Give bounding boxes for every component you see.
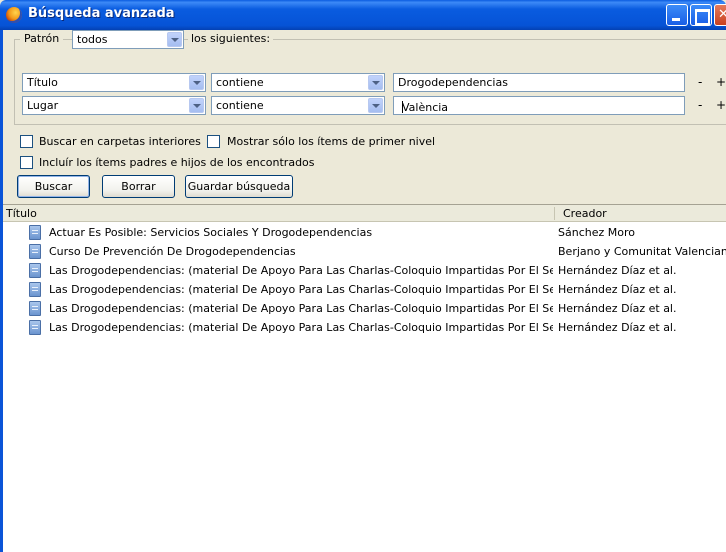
result-row[interactable]: Actuar Es Posible: Servicios Sociales Y … xyxy=(3,224,726,242)
save-search-button[interactable]: Guardar búsqueda xyxy=(185,175,293,198)
pattern-mode-select[interactable]: todos xyxy=(72,30,184,49)
condition-field-select[interactable]: Lugar xyxy=(22,96,206,115)
result-title: Las Drogodependencias: (material De Apoy… xyxy=(49,283,553,296)
book-icon xyxy=(29,263,41,278)
column-header-creator[interactable]: Creador xyxy=(563,207,607,220)
include-parents-children-label: Incluír los ítems padres e hijos de los … xyxy=(39,156,315,169)
pattern-suffix-label: los siguientes: xyxy=(188,32,274,45)
result-creator: Sánchez Moro xyxy=(558,226,635,239)
result-row[interactable]: Las Drogodependencias: (material De Apoy… xyxy=(3,300,726,318)
result-creator: Hernández Díaz et al. xyxy=(558,264,677,277)
result-title: Curso De Prevención De Drogodependencias xyxy=(49,245,296,258)
result-title: Las Drogodependencias: (material De Apoy… xyxy=(49,264,553,277)
condition-value-input[interactable]: Drogodependencias xyxy=(393,73,685,92)
result-title: Actuar Es Posible: Servicios Sociales Y … xyxy=(49,226,373,239)
chevron-down-icon[interactable] xyxy=(189,98,204,113)
result-creator: Berjano y Comunitat Valenciana xyxy=(558,245,726,258)
remove-condition-button[interactable]: - xyxy=(698,75,702,89)
result-title: Las Drogodependencias: (material De Apoy… xyxy=(49,302,553,315)
pattern-mode-value: todos xyxy=(77,33,108,46)
chevron-down-icon[interactable] xyxy=(189,75,204,90)
book-icon xyxy=(29,320,41,335)
add-condition-button[interactable]: + xyxy=(716,75,726,89)
close-button[interactable] xyxy=(714,4,726,26)
result-title: Las Drogodependencias: (material De Apoy… xyxy=(49,321,553,334)
remove-condition-button[interactable]: - xyxy=(698,98,702,112)
result-row[interactable]: Las Drogodependencias: (material De Apoy… xyxy=(3,319,726,337)
firefox-icon xyxy=(6,7,22,23)
condition-field-value: Título xyxy=(27,76,58,89)
condition-operator-select[interactable]: contiene xyxy=(211,73,385,92)
result-creator: Hernández Díaz et al. xyxy=(558,283,677,296)
pattern-label: Patrón xyxy=(20,32,64,45)
results-header: Título Creador xyxy=(3,205,726,222)
book-icon xyxy=(29,301,41,316)
window-title: Búsqueda avanzada xyxy=(28,6,175,21)
result-creator: Hernández Díaz et al. xyxy=(558,321,677,334)
column-header-title[interactable]: Título xyxy=(6,207,37,220)
book-icon xyxy=(29,244,41,259)
subfolders-label: Buscar en carpetas interiores xyxy=(39,135,201,148)
add-condition-button[interactable]: + xyxy=(716,98,726,112)
condition-operator-value: contiene xyxy=(216,76,264,89)
result-row[interactable]: Las Drogodependencias: (material De Apoy… xyxy=(3,262,726,280)
minimize-button[interactable] xyxy=(666,4,688,26)
title-bar[interactable]: Búsqueda avanzada xyxy=(0,0,726,30)
search-button[interactable]: Buscar xyxy=(17,175,90,198)
condition-operator-value: contiene xyxy=(216,99,264,112)
result-row[interactable]: Curso De Prevención De Drogodependencias… xyxy=(3,243,726,261)
column-divider[interactable] xyxy=(554,207,555,220)
clear-button[interactable]: Borrar xyxy=(102,175,175,198)
top-level-only-checkbox[interactable] xyxy=(207,135,220,148)
book-icon xyxy=(29,225,41,240)
condition-operator-select[interactable]: contiene xyxy=(211,96,385,115)
chevron-down-icon[interactable] xyxy=(368,98,383,113)
results-list[interactable]: Título Creador Actuar Es Posible: Servic… xyxy=(3,204,726,552)
top-level-only-label: Mostrar sólo los ítems de primer nivel xyxy=(227,135,436,148)
include-parents-children-checkbox[interactable] xyxy=(20,156,33,169)
book-icon xyxy=(29,282,41,297)
maximize-button[interactable] xyxy=(690,4,712,26)
condition-field-select[interactable]: Título xyxy=(22,73,206,92)
text-caret xyxy=(402,101,403,113)
result-creator: Hernández Díaz et al. xyxy=(558,302,677,315)
subfolders-checkbox[interactable] xyxy=(20,135,33,148)
chevron-down-icon[interactable] xyxy=(167,32,182,47)
condition-value-text: Drogodependencias xyxy=(398,76,508,89)
chevron-down-icon[interactable] xyxy=(368,75,383,90)
condition-value-input[interactable]: València xyxy=(393,96,685,115)
condition-field-value: Lugar xyxy=(27,99,59,112)
result-row[interactable]: Las Drogodependencias: (material De Apoy… xyxy=(3,281,726,299)
